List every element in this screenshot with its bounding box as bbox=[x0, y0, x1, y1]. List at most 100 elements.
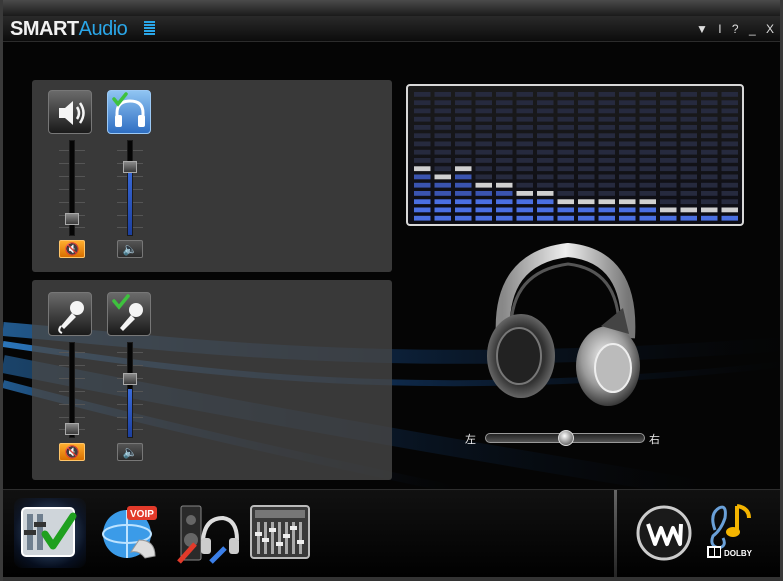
eq-cell bbox=[475, 108, 492, 114]
eq-cell bbox=[639, 199, 656, 205]
eq-cell bbox=[557, 207, 574, 213]
waves-logo-icon[interactable] bbox=[635, 504, 693, 562]
eq-cell bbox=[557, 149, 574, 155]
eq-cell bbox=[721, 108, 738, 114]
microphone-device-button[interactable] bbox=[48, 292, 92, 336]
eq-cell bbox=[619, 141, 636, 147]
microphone-selected-button[interactable] bbox=[107, 292, 151, 336]
eq-cell bbox=[721, 92, 738, 97]
eq-cell bbox=[598, 125, 615, 130]
mic2-volume-slider[interactable] bbox=[123, 342, 137, 438]
eq-cell bbox=[680, 92, 697, 97]
eq-cell bbox=[475, 191, 492, 196]
eq-cell bbox=[660, 100, 677, 106]
eq-cell bbox=[680, 116, 697, 122]
eq-cell bbox=[598, 199, 615, 205]
eq-cell bbox=[619, 92, 636, 97]
eq-cell bbox=[721, 191, 738, 196]
eq-cell bbox=[537, 207, 554, 213]
eq-cell bbox=[516, 125, 533, 130]
eq-cell bbox=[660, 116, 677, 122]
eq-cell bbox=[578, 207, 595, 213]
eq-cell bbox=[557, 116, 574, 122]
eq-cell bbox=[660, 174, 677, 180]
balance-thumb[interactable] bbox=[558, 430, 574, 446]
mic2-volume-thumb[interactable] bbox=[123, 373, 137, 385]
info-button[interactable]: I bbox=[718, 22, 723, 36]
eq-cell bbox=[680, 207, 697, 213]
mic1-mute-button[interactable]: 🔇 bbox=[59, 443, 85, 461]
dolby-music-icon[interactable]: DOLBY bbox=[705, 500, 765, 562]
eq-cell bbox=[475, 125, 492, 130]
headphone-volume-thumb[interactable] bbox=[123, 161, 137, 173]
eq-cell bbox=[578, 182, 595, 188]
eq-cell bbox=[516, 191, 533, 196]
eq-cell bbox=[455, 166, 472, 172]
mic1-volume-slider[interactable] bbox=[65, 342, 79, 438]
eq-cell bbox=[496, 100, 513, 106]
balance-control: 左 右 bbox=[463, 427, 668, 449]
eq-cell bbox=[660, 215, 677, 221]
headphone-volume-slider[interactable] bbox=[123, 140, 137, 236]
eq-cell bbox=[598, 141, 615, 147]
eq-cell bbox=[680, 108, 697, 114]
eq-cell bbox=[434, 174, 451, 180]
speaker-mute-button[interactable]: 🔇 bbox=[59, 240, 85, 258]
eq-cell bbox=[537, 166, 554, 172]
eq-cell bbox=[619, 166, 636, 172]
eq-cell bbox=[660, 125, 677, 130]
mic2-volume-fill bbox=[128, 389, 132, 437]
eq-cell bbox=[434, 191, 451, 196]
speaker-volume-thumb[interactable] bbox=[65, 213, 79, 225]
eq-cell bbox=[537, 108, 554, 114]
eq-cell bbox=[557, 182, 574, 188]
eq-cell bbox=[680, 158, 697, 163]
eq-cell bbox=[516, 141, 533, 147]
headphone-device-button[interactable] bbox=[107, 90, 151, 134]
mic1-volume-thumb[interactable] bbox=[65, 423, 79, 435]
app-logo: SMARTAudio bbox=[10, 18, 128, 41]
headphones-illustration bbox=[487, 242, 640, 406]
close-button[interactable]: X bbox=[766, 22, 776, 36]
speaker-volume-slider[interactable] bbox=[65, 140, 79, 236]
speaker-device-button[interactable] bbox=[48, 90, 92, 134]
eq-cell bbox=[639, 116, 656, 122]
eq-cell bbox=[639, 92, 656, 97]
mic2-mute-button[interactable]: 🔈 bbox=[117, 443, 143, 461]
eq-cell bbox=[701, 207, 718, 213]
speakers-headphones-icon[interactable] bbox=[175, 500, 239, 564]
eq-cell bbox=[701, 133, 718, 139]
equalizer-panel-icon[interactable] bbox=[249, 502, 311, 562]
mixer-check-icon[interactable] bbox=[19, 502, 79, 562]
minimize-button[interactable]: _ bbox=[749, 22, 758, 36]
headphone-mute-button[interactable]: 🔈 bbox=[117, 240, 143, 258]
voip-globe-icon[interactable]: VOIP bbox=[99, 500, 163, 564]
eq-cell bbox=[455, 158, 472, 163]
eq-cell bbox=[414, 174, 431, 180]
eq-cell bbox=[598, 158, 615, 163]
eq-cell bbox=[414, 199, 431, 205]
svg-text:DOLBY: DOLBY bbox=[724, 549, 753, 558]
eq-cell bbox=[537, 116, 554, 122]
window-controls: ▼ I ? _ X bbox=[693, 22, 776, 36]
eq-cell bbox=[475, 149, 492, 155]
eq-cell bbox=[639, 133, 656, 139]
eq-cell bbox=[414, 125, 431, 130]
eq-cell bbox=[537, 92, 554, 97]
eq-cell bbox=[455, 215, 472, 221]
eq-cell bbox=[455, 100, 472, 106]
smartaudio-window: SMARTAudio ▼ I ? _ X 🔇 🔈 🔇 🔈 左 右 VOIP DO… bbox=[0, 0, 783, 581]
balance-slider[interactable] bbox=[485, 430, 645, 446]
eq-cell bbox=[557, 133, 574, 139]
eq-cell bbox=[578, 116, 595, 122]
eq-cell bbox=[721, 158, 738, 163]
eq-cell bbox=[619, 100, 636, 106]
help-button[interactable]: ? bbox=[732, 22, 741, 36]
svg-text:VOIP: VOIP bbox=[130, 509, 154, 520]
eq-cell bbox=[475, 100, 492, 106]
eq-cell bbox=[680, 125, 697, 130]
menu-dropdown-button[interactable]: ▼ bbox=[696, 22, 710, 36]
eq-cell bbox=[496, 92, 513, 97]
eq-cell bbox=[475, 199, 492, 205]
eq-cell bbox=[578, 166, 595, 172]
